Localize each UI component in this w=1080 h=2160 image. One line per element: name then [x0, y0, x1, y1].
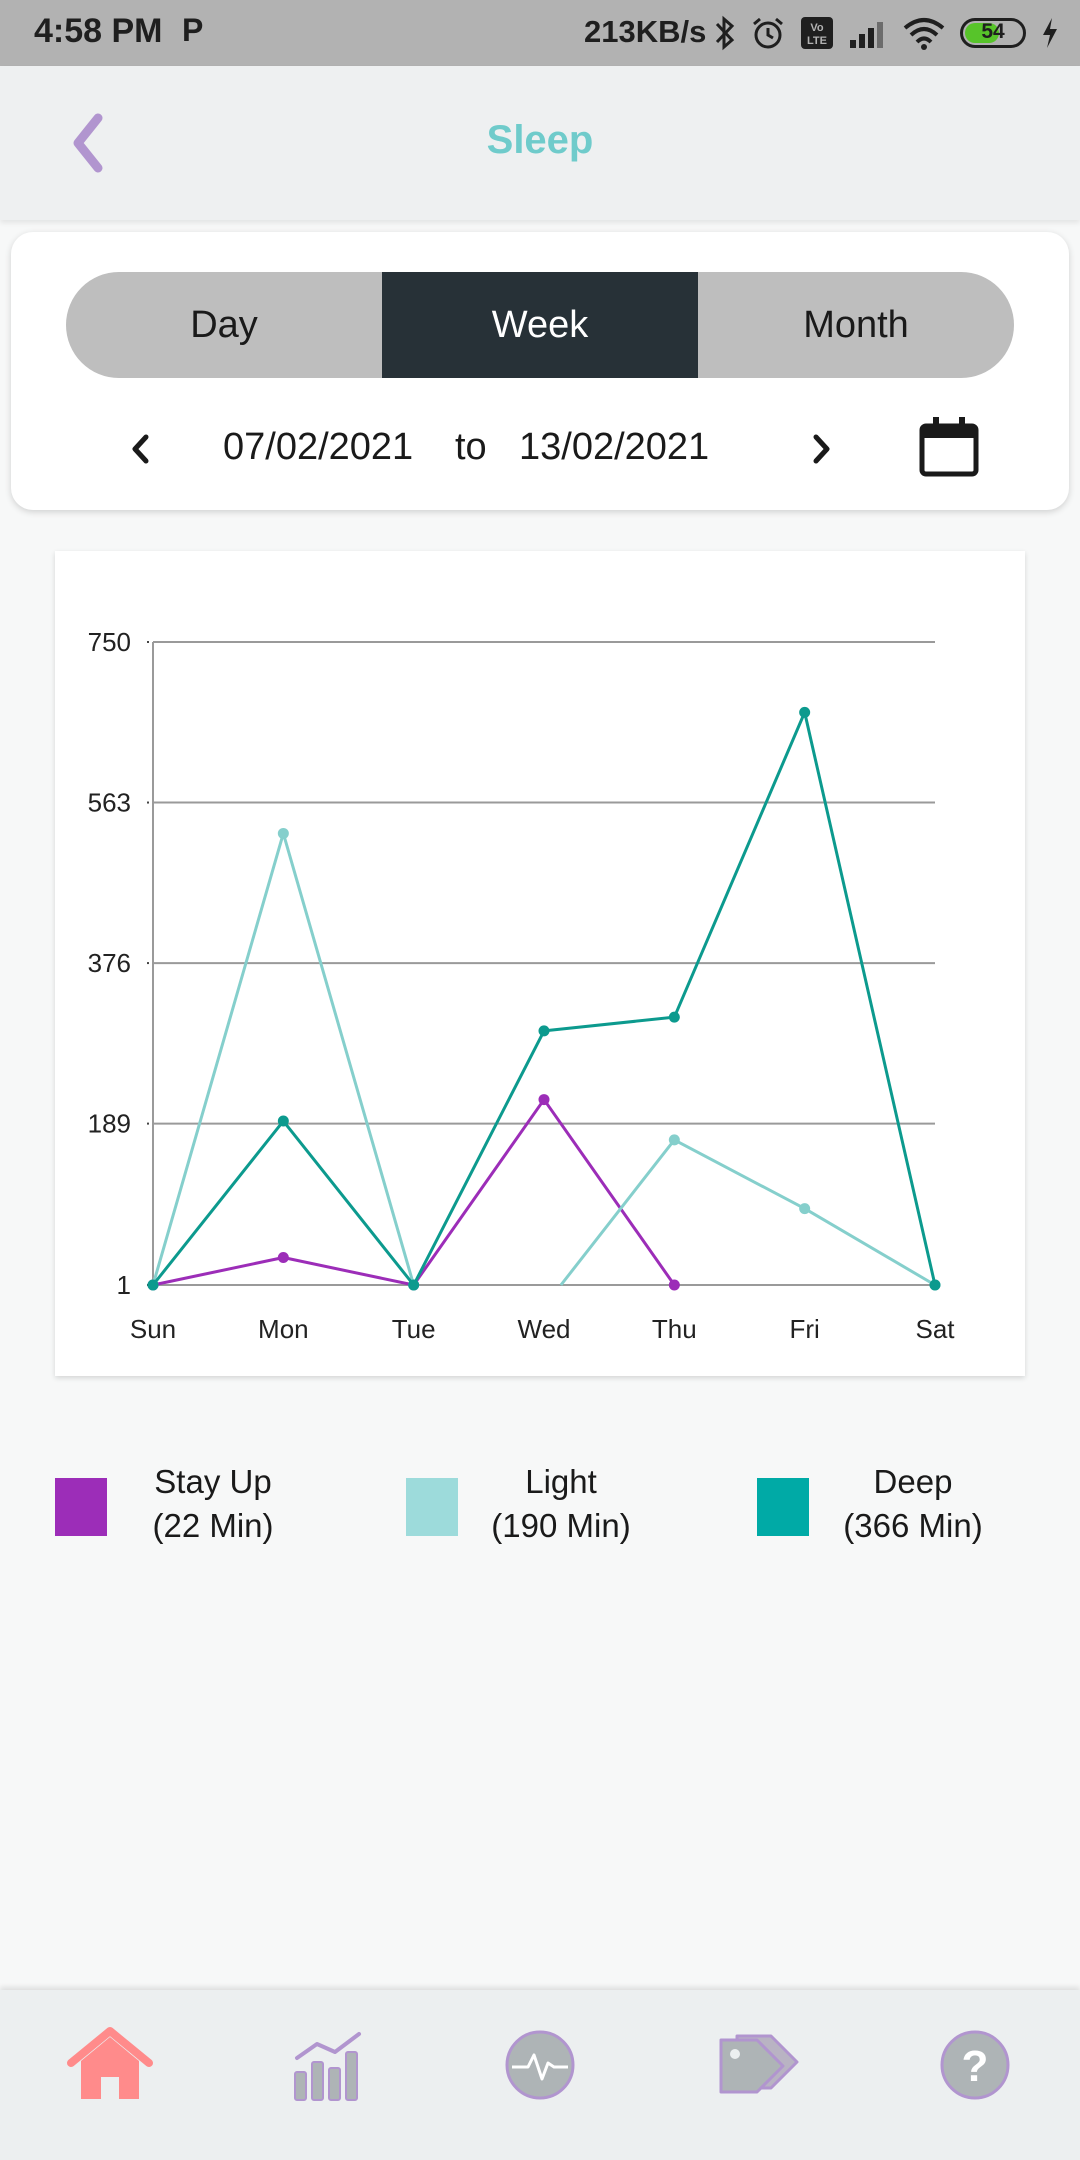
notification-icon: P [182, 12, 204, 48]
alarm-icon [753, 17, 783, 49]
date-range-row: 07/02/2021 to 13/02/2021 [11, 406, 1069, 506]
battery-level: 54 [981, 20, 1005, 43]
x-tick-label: Wed [518, 1314, 571, 1344]
svg-text:Vo: Vo [810, 22, 824, 34]
legend-text-stay-up: Stay Up (22 Min) [123, 1460, 303, 1548]
legend-swatch-light [406, 1478, 458, 1536]
x-tick-label: Sat [915, 1314, 955, 1344]
calendar-icon [919, 417, 979, 477]
x-tick-label: Sun [130, 1314, 176, 1344]
legend-swatch-stay-up [55, 1478, 107, 1536]
y-tick-label: 376 [88, 948, 131, 978]
volte-icon: VoLTE [801, 17, 833, 49]
legend-text-light: Light (190 Min) [471, 1460, 651, 1548]
y-tick-label: 1 [117, 1270, 131, 1300]
y-tick-label: 750 [88, 627, 131, 657]
data-point-deep [799, 706, 811, 718]
status-bar: 4:58 PM P 213KB/s Vo LTE 54 [0, 0, 1080, 66]
x-tick-label: Thu [652, 1314, 697, 1344]
y-tick-label: 563 [88, 788, 131, 818]
heartbeat-icon [505, 2030, 575, 2100]
help-icon: ? [940, 2030, 1010, 2100]
legend-amount: (190 Min) [491, 1507, 631, 1544]
chevron-right-icon [813, 434, 830, 464]
svg-text:LTE: LTE [807, 35, 827, 47]
next-period-button[interactable] [796, 424, 846, 474]
legend-swatch-deep [757, 1478, 809, 1536]
data-point-stay-up [277, 1252, 289, 1264]
series-line-light [559, 1138, 936, 1287]
nav-offers[interactable] [703, 2010, 813, 2120]
page-title: Sleep [486, 118, 594, 162]
bluetooth-icon [715, 15, 735, 51]
tag-icon [719, 2034, 799, 2094]
tab-month[interactable]: Month [698, 272, 1014, 378]
legend-label: Deep [873, 1463, 953, 1500]
status-time: 4:58 PM [34, 12, 163, 50]
battery-icon: 54 [960, 18, 1026, 48]
legend-amount: (366 Min) [843, 1507, 983, 1544]
data-point-deep [668, 1011, 680, 1023]
legend-amount: (22 Min) [152, 1507, 274, 1544]
charging-icon [1043, 18, 1057, 48]
period-segmented-control: Day Week Month [66, 272, 1014, 378]
nav-stats[interactable] [274, 2010, 384, 2120]
legend-text-deep: Deep (366 Min) [823, 1460, 1003, 1548]
status-icons: Vo LTE 54 [714, 12, 1060, 54]
legend-item-light: Light (190 Min) [406, 1460, 676, 1570]
tab-week[interactable]: Week [382, 272, 698, 378]
home-icon [67, 2027, 153, 2099]
data-point-light [668, 1134, 680, 1146]
nav-help[interactable]: ? [920, 2010, 1030, 2120]
data-point-deep [538, 1025, 550, 1037]
legend-label: Light [525, 1463, 597, 1500]
data-point-stay-up [538, 1094, 550, 1106]
chevron-left-icon [132, 434, 149, 464]
data-point-deep [408, 1279, 420, 1291]
signal-icon [850, 22, 883, 48]
sleep-line-chart: 750 563 376 189 1 Sun Mon Tue Wed Thu Fri Sat [88, 627, 956, 1344]
nav-home[interactable] [55, 2010, 165, 2120]
series-line-deep [151, 710, 937, 1287]
legend-label: Stay Up [154, 1463, 272, 1500]
wifi-icon [903, 18, 945, 50]
date-from: 07/02/2021 [223, 426, 414, 468]
data-point-light [799, 1203, 811, 1215]
x-tick-label: Mon [258, 1314, 309, 1344]
data-point-light [277, 827, 289, 839]
chart-legend: Stay Up (22 Min) Light (190 Min) Deep (3… [0, 1460, 1080, 1570]
x-tick-label: Tue [392, 1314, 436, 1344]
calendar-button[interactable] [916, 414, 982, 480]
network-speed: 213KB/s [584, 14, 707, 49]
period-selector-card: Day Week Month 07/02/2021 to 13/02/2021 [11, 232, 1069, 510]
data-point-deep [147, 1279, 159, 1291]
nav-health[interactable] [485, 2010, 595, 2120]
legend-item-stay-up: Stay Up (22 Min) [55, 1460, 325, 1570]
series-line-stay-up [152, 1098, 676, 1287]
chart-icon [294, 2032, 361, 2101]
data-point-deep [929, 1279, 941, 1291]
legend-item-deep: Deep (366 Min) [757, 1460, 1027, 1570]
bottom-navigation: ? [0, 1990, 1080, 2160]
x-tick-label: Fri [790, 1314, 820, 1344]
app-header: Sleep [0, 66, 1080, 220]
data-point-stay-up [668, 1279, 680, 1291]
previous-period-button[interactable] [116, 424, 166, 474]
tab-day[interactable]: Day [66, 272, 382, 378]
sleep-chart-card: 750 563 376 189 1 Sun Mon Tue Wed Thu Fri Sat [55, 551, 1025, 1376]
data-point-deep [277, 1115, 289, 1127]
y-tick-label: 189 [88, 1109, 131, 1139]
svg-text:?: ? [962, 2042, 989, 2091]
series-line-light [151, 831, 416, 1286]
date-to: 13/02/2021 [519, 426, 710, 468]
date-to-label: to [455, 426, 487, 468]
